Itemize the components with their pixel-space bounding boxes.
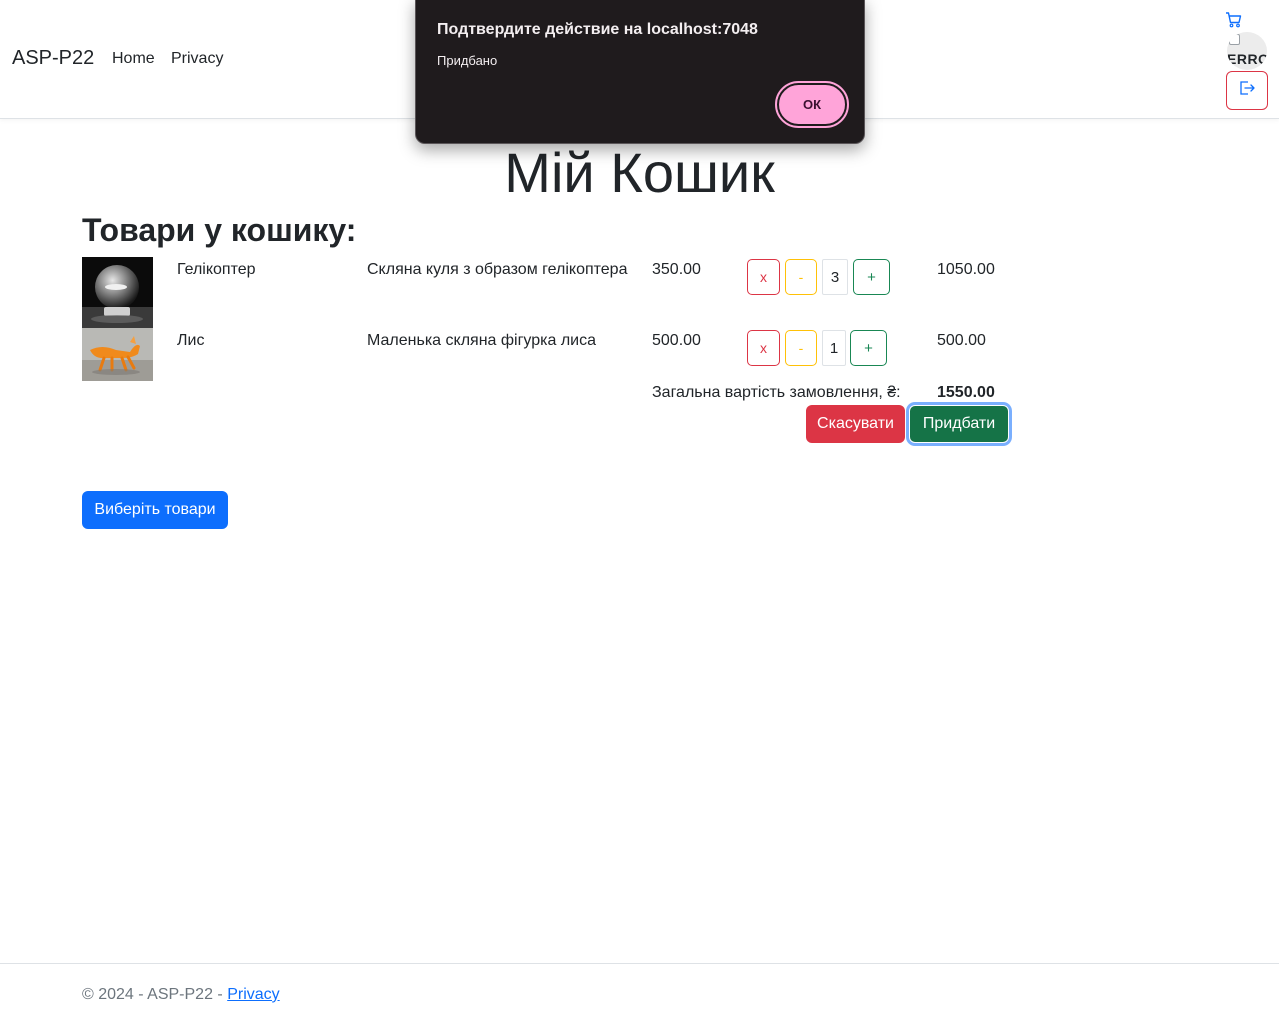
remove-item-button[interactable]: x [747, 259, 780, 295]
dialog-message: Придбано [437, 53, 498, 68]
product-price: 350.00 [652, 261, 701, 278]
product-image-fox [82, 328, 153, 381]
line-total: 1050.00 [937, 261, 995, 278]
broken-image-icon [1229, 34, 1240, 45]
cart-item-row: Гелікоптер Скляна куля з образом гелікоп… [82, 257, 1082, 328]
footer-copyright: © 2024 - ASP-P22 - [82, 986, 228, 1003]
order-total-label: Загальна вартість замовлення, ₴: [652, 384, 901, 401]
buy-button[interactable]: Придбати [909, 405, 1009, 443]
increment-quantity-button[interactable]: + [850, 330, 887, 366]
decrement-quantity-button[interactable]: - [785, 330, 817, 366]
page-title: Мій Кошик [504, 141, 775, 204]
footer-text: © 2024 - ASP-P22 - Privacy [82, 986, 280, 1004]
product-description: Скляна куля з образом гелікоптера [367, 261, 628, 278]
dialog-title: Подтвердите действие на localhost:7048 [437, 21, 758, 38]
nav-link-privacy[interactable]: Privacy [171, 50, 223, 68]
avatar-alt-text: ERROR [1227, 51, 1267, 67]
order-total-value: 1550.00 [937, 384, 995, 401]
avatar[interactable]: ERROR [1227, 32, 1267, 70]
decrement-quantity-button[interactable]: - [785, 259, 817, 295]
cart-icon[interactable] [1225, 11, 1243, 29]
cart-heading: Товари у кошику: [82, 212, 357, 248]
quantity-value: 1 [822, 330, 846, 366]
brand-link[interactable]: ASP-P22 [12, 47, 94, 70]
increment-quantity-button[interactable]: + [853, 259, 890, 295]
cancel-order-button[interactable]: Скасувати [806, 405, 905, 443]
product-image-helicopter [82, 257, 153, 328]
quantity-value: 3 [822, 259, 848, 295]
logout-button[interactable] [1226, 71, 1268, 110]
product-price: 500.00 [652, 332, 701, 349]
remove-item-button[interactable]: x [747, 330, 780, 366]
choose-products-button[interactable]: Виберіть товари [82, 491, 228, 529]
footer: © 2024 - ASP-P22 - Privacy [0, 963, 1279, 1023]
product-name[interactable]: Гелікоптер [177, 261, 256, 279]
nav-link-home[interactable]: Home [112, 50, 155, 68]
footer-privacy-link[interactable]: Privacy [227, 986, 279, 1003]
confirm-dialog: Подтвердите действие на localhost:7048 П… [415, 0, 865, 144]
dialog-ok-button[interactable]: ОК [775, 81, 849, 128]
cart-item-row: Лис Маленька скляна фігурка лиса 500.00 … [82, 328, 1082, 399]
product-name[interactable]: Лис [177, 332, 204, 350]
logout-icon [1238, 79, 1256, 102]
line-total: 500.00 [937, 332, 986, 349]
product-description: Маленька скляна фігурка лиса [367, 332, 597, 349]
